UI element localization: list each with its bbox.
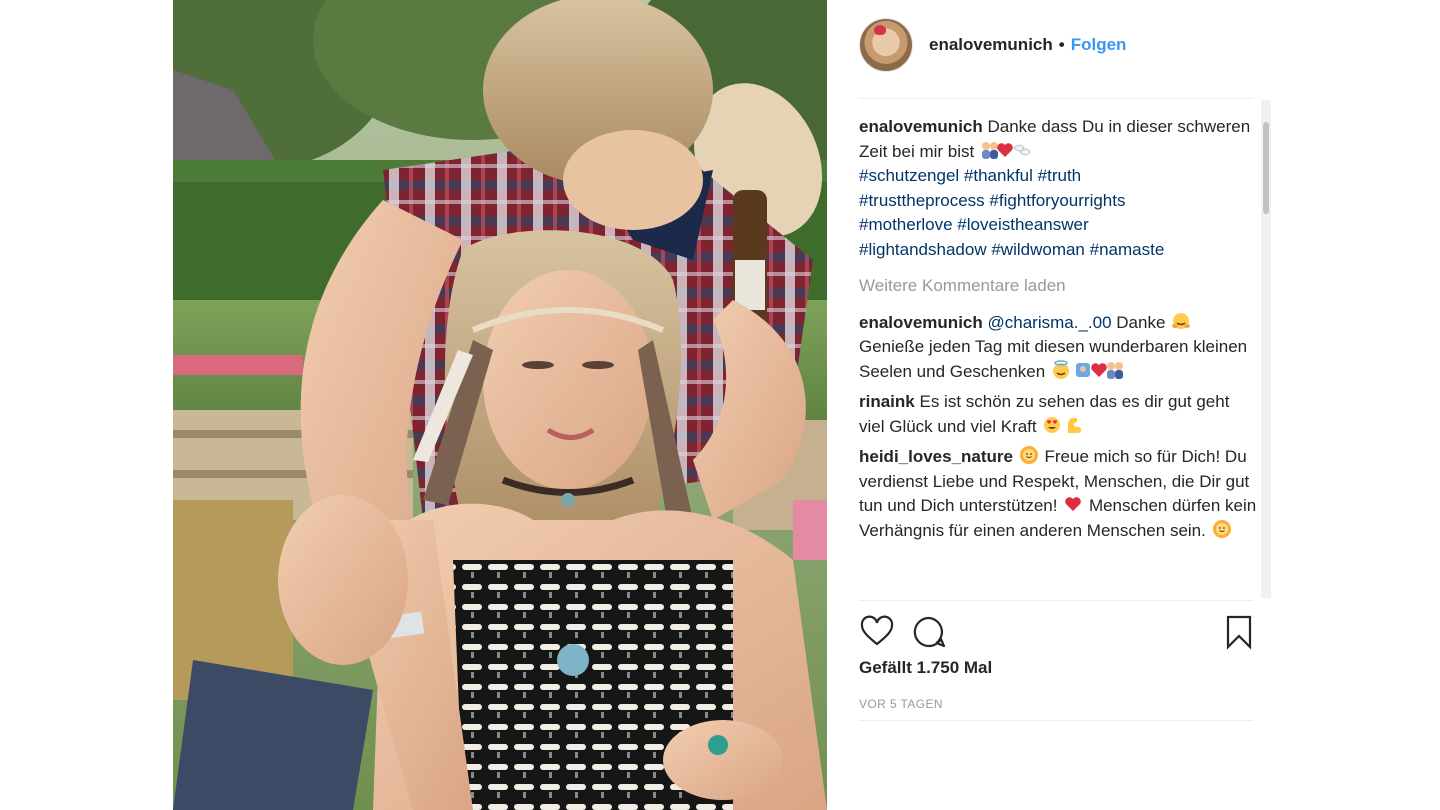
header-separator-dot: • [1058, 35, 1065, 54]
scrollbar-thumb[interactable] [1263, 122, 1269, 214]
hashtag[interactable]: #lightandshadow [859, 240, 987, 259]
comment-item: rinaink Es ist schön zu sehen das es dir… [859, 390, 1257, 439]
hashtag[interactable]: #motherlove [859, 215, 953, 234]
instagram-post-page: enalovemunich • Folgen enalovemunich Dan… [0, 0, 1440, 810]
heart-eyes-emoji-icon [1044, 416, 1061, 433]
post-photo-illustration [173, 0, 827, 810]
hashtag[interactable]: #trusttheprocess [859, 191, 985, 210]
smiling-halo-emoji-icon [1052, 359, 1069, 379]
post-details-panel: enalovemunich • Folgen enalovemunich Dan… [827, 0, 1272, 810]
hashtag[interactable]: #loveistheanswer [957, 215, 1088, 234]
red-heart-emoji-icon [1065, 497, 1082, 511]
comment-mention[interactable]: @charisma._.00 [988, 313, 1112, 332]
hashtag[interactable]: #truth [1038, 166, 1081, 185]
hugging-face-emoji-icon [1172, 312, 1191, 329]
comments-scrollbar[interactable] [1261, 100, 1271, 598]
couple-emoji-icon [1106, 361, 1123, 379]
caption-username[interactable]: enalovemunich [859, 117, 983, 136]
footer-divider [859, 720, 1253, 721]
hashtag[interactable]: #thankful [964, 166, 1033, 185]
comment-item: heidi_loves_nature Freue mich so für Dic… [859, 445, 1257, 543]
comment-icon[interactable] [911, 614, 947, 650]
sun-face-emoji-icon [1212, 519, 1231, 538]
hashtag[interactable]: #fightforyourrights [989, 191, 1125, 210]
comment-username[interactable]: rinaink [859, 392, 915, 411]
comment-username[interactable]: enalovemunich [859, 313, 983, 332]
actions-divider [859, 600, 1253, 601]
comment-text: Danke [1116, 312, 1166, 332]
follow-button[interactable]: Folgen [1071, 35, 1127, 55]
likes-count[interactable]: Gefällt 1.750 Mal [859, 658, 992, 678]
load-more-comments-button[interactable]: Weitere Kommentare laden [859, 274, 1257, 299]
comment-username[interactable]: heidi_loves_nature [859, 447, 1013, 466]
heart-icon[interactable] [859, 614, 895, 650]
comment-item: enalovemunich @charisma._.00 Danke Genie… [859, 311, 1257, 385]
post-header: enalovemunich • Folgen [859, 17, 1259, 73]
post-photo[interactable] [173, 0, 827, 810]
post-timestamp[interactable]: VOR 5 TAGEN [859, 697, 943, 711]
angel-wings-emoji-icon [1013, 144, 1031, 155]
hashtag[interactable]: #wildwoman [991, 240, 1085, 259]
post-actions [859, 612, 1257, 652]
avatar[interactable] [859, 18, 913, 72]
header-divider [859, 98, 1253, 99]
hashtag[interactable]: #namaste [1090, 240, 1165, 259]
comments-list: enalovemunich Danke dass Du in dieser sc… [859, 115, 1257, 595]
caption: enalovemunich Danke dass Du in dieser sc… [859, 115, 1257, 262]
flexed-biceps-emoji-icon [1068, 417, 1082, 433]
bookmark-icon[interactable] [1221, 614, 1257, 650]
header-username[interactable]: enalovemunich [929, 35, 1053, 55]
sun-face-emoji-icon [1019, 446, 1038, 464]
hashtag[interactable]: #schutzengel [859, 166, 959, 185]
